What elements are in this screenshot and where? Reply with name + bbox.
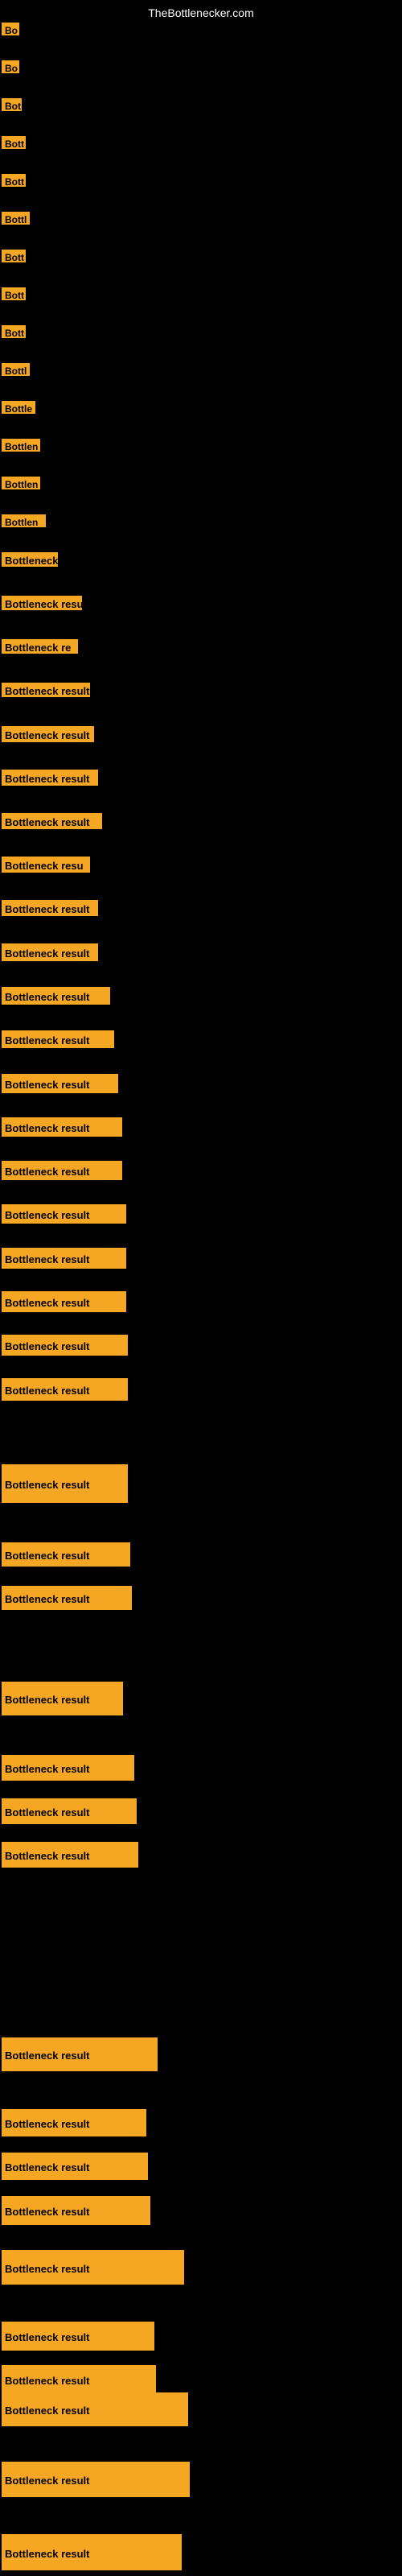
bottleneck-item-24: Bottleneck result <box>2 943 98 961</box>
bottleneck-item-3: Bot <box>2 98 22 111</box>
bottleneck-item-36: Bottleneck result <box>2 1542 130 1567</box>
bottleneck-item-34: Bottleneck result <box>2 1378 128 1401</box>
bottleneck-item-21: Bottleneck result <box>2 813 102 829</box>
bottleneck-item-29: Bottleneck result <box>2 1161 122 1180</box>
bottleneck-item-16: Bottleneck resu <box>2 596 82 610</box>
bottleneck-item-51: Bottleneck result <box>2 2534 182 2570</box>
bottleneck-item-49: Bottleneck result <box>2 2392 188 2426</box>
bottleneck-item-45: Bottleneck result <box>2 2196 150 2225</box>
bottleneck-item-11: Bottle <box>2 401 35 414</box>
bottleneck-item-20: Bottleneck result <box>2 770 98 786</box>
bottleneck-item-12: Bottlen <box>2 439 40 452</box>
bottleneck-item-39: Bottleneck result <box>2 1755 134 1781</box>
bottleneck-item-13: Bottlen <box>2 477 40 489</box>
site-title: TheBottlenecker.com <box>148 6 254 19</box>
bottleneck-item-42: Bottleneck result <box>2 2037 158 2071</box>
bottleneck-item-47: Bottleneck result <box>2 2322 154 2351</box>
bottleneck-item-43: Bottleneck result <box>2 2109 146 2136</box>
bottleneck-item-30: Bottleneck result <box>2 1204 126 1224</box>
bottleneck-item-38: Bottleneck result <box>2 1682 123 1715</box>
bottleneck-item-15: Bottleneck <box>2 552 58 567</box>
bottleneck-item-31: Bottleneck result <box>2 1248 126 1269</box>
bottleneck-item-40: Bottleneck result <box>2 1798 137 1824</box>
bottleneck-item-33: Bottleneck result <box>2 1335 128 1356</box>
bottleneck-item-7: Bott <box>2 250 26 262</box>
bottleneck-item-9: Bott <box>2 325 26 338</box>
bottleneck-item-5: Bott <box>2 174 26 187</box>
bottleneck-item-26: Bottleneck result <box>2 1030 114 1048</box>
bottleneck-item-48: Bottleneck result <box>2 2365 156 2394</box>
bottleneck-item-28: Bottleneck result <box>2 1117 122 1137</box>
bottleneck-item-41: Bottleneck result <box>2 1842 138 1868</box>
bottleneck-item-27: Bottleneck result <box>2 1074 118 1093</box>
bottleneck-item-8: Bott <box>2 287 26 300</box>
bottleneck-item-19: Bottleneck result <box>2 726 94 742</box>
bottleneck-item-18: Bottleneck result <box>2 683 90 697</box>
bottleneck-item-14: Bottlen <box>2 514 46 527</box>
bottleneck-item-22: Bottleneck resu <box>2 857 90 873</box>
bottleneck-item-44: Bottleneck result <box>2 2153 148 2180</box>
bottleneck-item-32: Bottleneck result <box>2 1291 126 1312</box>
bottleneck-item-50: Bottleneck result <box>2 2462 190 2497</box>
bottleneck-item-25: Bottleneck result <box>2 987 110 1005</box>
bottleneck-item-35: Bottleneck result <box>2 1464 128 1503</box>
bottleneck-item-1: Bo <box>2 23 19 35</box>
bottleneck-item-37: Bottleneck result <box>2 1586 132 1610</box>
bottleneck-item-17: Bottleneck re <box>2 639 78 654</box>
bottleneck-item-4: Bott <box>2 136 26 149</box>
bottleneck-item-46: Bottleneck result <box>2 2250 184 2285</box>
bottleneck-item-10: Bottl <box>2 363 30 376</box>
bottleneck-item-2: Bo <box>2 60 19 73</box>
bottleneck-item-23: Bottleneck result <box>2 900 98 916</box>
bottleneck-item-6: Bottl <box>2 212 30 225</box>
